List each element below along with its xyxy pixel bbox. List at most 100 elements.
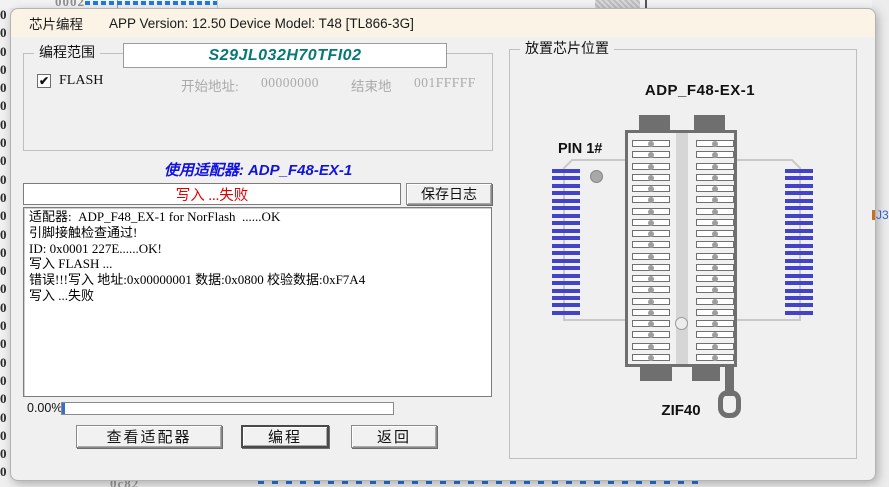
chip-name: S29JL032H70TFI02 — [209, 47, 362, 65]
zif-pin-slot — [696, 309, 734, 316]
progress-fill — [62, 403, 65, 414]
flash-checkbox-label: FLASH — [59, 73, 103, 89]
progress-bar — [61, 402, 394, 415]
zif-pin-slot — [696, 140, 734, 147]
zif-pin-slot — [696, 354, 734, 361]
zif-pin-slot — [632, 309, 670, 316]
chip-programming-dialog: 芯片编程 APP Version: 12.50 Device Model: T4… — [10, 8, 876, 481]
background-scrollbar-hatch — [595, 0, 640, 8]
background-hex-column: 00000000000000000000000000 — [0, 6, 7, 482]
background-dot — [157, 1, 162, 5]
start-address-value: 00000000 — [261, 75, 319, 91]
operation-status-text: 写入 ...失败 — [176, 184, 249, 205]
zif-pin-slots-right — [696, 140, 734, 361]
background-dot — [117, 1, 122, 5]
view-adapter-button[interactable]: 查看适配器 — [76, 425, 222, 448]
program-button[interactable]: 编程 — [241, 425, 329, 448]
zif-pin-slot — [632, 331, 670, 338]
zif-pin-slot — [632, 343, 670, 350]
header-pin — [552, 289, 580, 293]
background-hex-char: 0 — [0, 226, 7, 244]
background-separator-line-2 — [217, 0, 218, 8]
background-ref-designator: J3 — [876, 208, 889, 222]
header-pin — [552, 229, 580, 233]
operation-status-box: 写入 ...失败 — [23, 183, 401, 205]
background-hex-char: 0 — [0, 409, 7, 427]
zif-pin-slot — [632, 253, 670, 260]
zif-pin-slot — [696, 196, 734, 203]
background-dot — [149, 1, 154, 5]
zif-pin-slot — [696, 264, 734, 271]
header-pin — [552, 206, 580, 210]
zif-pin-slot — [696, 275, 734, 282]
checkmark-icon: ✔ — [39, 75, 49, 87]
log-line: 引脚接触检查通过! — [29, 225, 486, 241]
zif-pin-slot — [632, 196, 670, 203]
header-pins-left — [552, 169, 580, 315]
background-dot — [85, 1, 90, 5]
header-pin — [785, 303, 813, 307]
zif-pin-slots-left — [632, 140, 670, 361]
title-bar[interactable]: 芯片编程 APP Version: 12.50 Device Model: T4… — [11, 9, 875, 37]
zif-pin-slot — [632, 275, 670, 282]
header-pin — [785, 221, 813, 225]
background-hex-char: 0 — [0, 445, 7, 463]
zif-pin-slot — [696, 219, 734, 226]
header-pin — [785, 191, 813, 195]
zif-pin-slot — [696, 151, 734, 158]
header-pin — [785, 199, 813, 203]
flash-checkbox[interactable]: ✔ — [37, 74, 51, 88]
zif-pin-slot — [632, 208, 670, 215]
log-line: 适配器: ADP_F48_EX-1 for NorFlash ......OK — [29, 209, 486, 225]
header-pin — [785, 259, 813, 263]
end-address-value: 001FFFFF — [414, 75, 476, 91]
background-hex-char: 0 — [0, 299, 7, 317]
zif-pin-slot — [696, 343, 734, 350]
background-top-strip: 0002 — [0, 0, 889, 8]
background-hex-char: 0 — [0, 390, 7, 408]
back-button[interactable]: 返回 — [351, 425, 437, 448]
header-pin — [552, 281, 580, 285]
zif-pin-slot — [632, 230, 670, 237]
header-pins-right — [785, 169, 813, 315]
background-hex-char: 0 — [0, 24, 7, 42]
progress-percent-label: 0.00% — [27, 401, 62, 415]
pin1-indicator-dot — [590, 170, 603, 183]
header-pin — [552, 214, 580, 218]
header-pin — [785, 289, 813, 293]
background-hex-char: 0 — [0, 189, 7, 207]
background-dot — [197, 1, 202, 5]
background-hex-char: 0 — [0, 244, 7, 262]
header-pin — [785, 169, 813, 173]
background-left-strip: 00000000000000000000000000 — [0, 0, 10, 487]
zif-pin-slot — [696, 241, 734, 248]
background-hex-char: 0 — [0, 335, 7, 353]
log-output[interactable]: 适配器: ADP_F48_EX-1 for NorFlash ......OK引… — [23, 207, 492, 397]
zif-pin-slot — [632, 286, 670, 293]
zif-pin-slot — [696, 331, 734, 338]
save-log-button[interactable]: 保存日志 — [406, 183, 492, 205]
socket-tab-bottom-right — [692, 366, 720, 381]
zif-pin-slot — [632, 151, 670, 158]
socket-tab-bottom-left — [640, 366, 672, 381]
programming-range-label: 编程范围 — [34, 45, 100, 62]
flash-row: ✔ FLASH — [37, 73, 103, 89]
background-hex-char: 0 — [0, 134, 7, 152]
zif-pin-slot — [696, 320, 734, 327]
header-pin — [552, 274, 580, 278]
background-hex-char: 0 — [0, 317, 7, 335]
zif-pin-slot — [632, 320, 670, 327]
header-pin — [552, 176, 580, 180]
header-pin — [552, 184, 580, 188]
zif-pin-slot — [632, 185, 670, 192]
background-dot — [133, 1, 138, 5]
background-hex-char: 0 — [0, 79, 7, 97]
background-divider-line — [645, 0, 647, 8]
header-pin — [552, 296, 580, 300]
header-pin — [785, 281, 813, 285]
zif-pin-slot — [632, 354, 670, 361]
header-pin — [552, 251, 580, 255]
header-pin — [785, 266, 813, 270]
header-pin — [552, 169, 580, 173]
zif-pin-slot — [696, 286, 734, 293]
